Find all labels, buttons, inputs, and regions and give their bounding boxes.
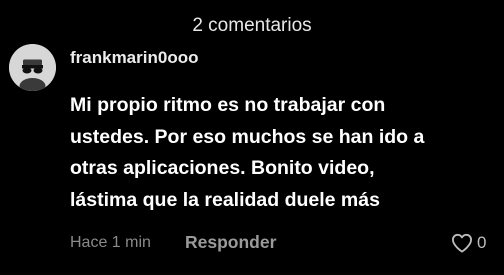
like-count: 0 — [477, 233, 487, 252]
reply-button[interactable]: Responder — [185, 232, 276, 253]
heart-outline-icon[interactable] — [451, 233, 473, 253]
comment-text: Mi propio ritmo es no trabajar con usted… — [70, 90, 490, 216]
comments-count-title: 2 comentarios — [192, 15, 312, 36]
comment-text-line: lástima que la realidad duele más — [70, 188, 380, 211]
comment-timestamp: Hace 1 min — [70, 234, 151, 251]
comment-text-line: Mi propio ritmo es no trabajar con — [70, 94, 386, 116]
comment-text-line: ustedes. Por eso muchos se han ido a — [70, 125, 425, 148]
avatar[interactable] — [9, 44, 56, 91]
comment-username[interactable]: frankmarin0ooo — [70, 48, 198, 68]
like-button[interactable]: 0 — [451, 232, 486, 254]
sunglasses-face-icon — [9, 44, 56, 91]
comment-text-line: otras aplicaciones. Bonito video, — [70, 157, 375, 179]
